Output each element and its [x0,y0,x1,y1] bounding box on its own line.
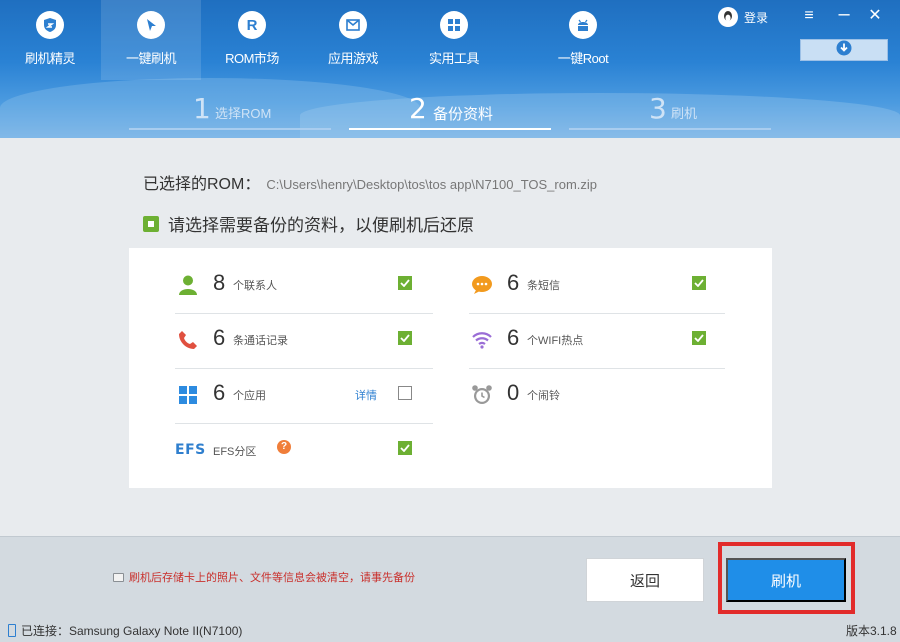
connection-status: 已连接：Samsung Galaxy Note II(N7100) [8,622,242,639]
item-count: 8 [213,270,226,295]
step-label: 备份资料 [433,106,494,123]
step-select-rom: 1 选择ROM [129,90,331,130]
mail-icon [339,11,367,39]
step-number: 1 [193,92,211,125]
download-button[interactable] [800,39,888,61]
tab-one-click-flash[interactable]: 一键刷机 [101,0,201,80]
tab-one-click-root[interactable]: 一键Root [533,0,633,80]
step-progress-line [129,128,331,130]
item-label: 条通话记录 [233,335,288,347]
efs-icon: EFS [175,437,205,463]
checkbox-contacts[interactable] [398,276,412,290]
highlight-box [718,542,855,614]
tab-apps-games[interactable]: 应用游戏 [303,0,403,80]
rom-label: 已选择的ROM： [143,176,261,193]
item-label: 个应用 [233,390,266,402]
warning-text: 刷机后存储卡上的照片、文件等信息会被清空，请事先备份 [129,572,415,584]
tab-label: 一键刷机 [125,51,177,66]
item-label: EFS分区 [213,446,257,458]
tab-label: 刷机精灵 [24,51,76,66]
item-count: 6 [507,325,520,350]
pointer-icon [137,11,165,39]
status-text: 已连接：Samsung Galaxy Note II(N7100) [21,624,243,638]
contact-icon [175,272,201,298]
backup-item-wifi: 6 个WIFI热点 [469,313,725,369]
step-label: 刷机 [671,106,698,121]
apps-icon [175,382,201,408]
rom-r-icon: R [238,11,266,39]
backup-warning: 刷机后存储卡上的照片、文件等信息会被清空，请事先备份 [113,569,415,585]
sms-icon [469,272,495,298]
minimize-icon[interactable]: – [833,4,855,26]
tab-rom-market[interactable]: R ROM市场 [202,0,302,80]
alarm-icon [469,382,495,408]
checkbox-wifi[interactable] [692,331,706,345]
item-label: 个联系人 [233,280,277,292]
checkbox-apps[interactable] [398,386,412,400]
qq-penguin-icon [718,7,738,27]
selected-rom: 已选择的ROM： C:\Users\henry\Desktop\tos\tos a… [143,170,597,194]
backup-item-apps: 6 个应用 详情 [175,368,433,424]
wifi-icon [469,327,495,353]
app-header: 刷机精灵 一键刷机 R ROM市场 应用游戏 实用工具 一键Root 登录 ≡ … [0,0,900,138]
download-icon [836,40,852,61]
step-flash: 3 刷机 [569,90,771,130]
help-icon[interactable]: ? [277,440,291,454]
grid-icon [440,11,468,39]
phone-icon [175,327,201,353]
step-progress-line [569,128,771,130]
step-progress-line [349,128,551,130]
backup-prompt: 请选择需要备份的资料，以便刷机后还原 [143,211,474,236]
step-label: 选择ROM [215,106,272,121]
rom-path: C:\Users\henry\Desktop\tos\tos app\N7100… [266,177,598,192]
checkbox-call-log[interactable] [398,331,412,345]
tab-tools[interactable]: 实用工具 [404,0,504,80]
item-count: 6 [213,380,226,405]
backup-item-efs: EFS EFS分区 ? [175,423,433,479]
backup-item-sms: 6 条短信 [469,258,725,314]
backup-item-call-log: 6 条通话记录 [175,313,433,369]
tab-label: 实用工具 [428,51,480,66]
tab-label: 应用游戏 [327,51,379,66]
step-number: 2 [409,92,427,125]
checkbox-efs[interactable] [398,441,412,455]
efs-badge: EFS [175,442,206,458]
back-button[interactable]: 返回 [586,558,704,602]
android-icon [569,11,597,39]
item-count: 6 [213,325,226,350]
backup-item-alarms: 0 个闹铃 [469,368,725,424]
item-count: 6 [507,270,520,295]
close-icon[interactable]: ✕ [864,6,886,26]
checkbox-sms[interactable] [692,276,706,290]
step-number: 3 [649,92,667,125]
step-backup-data: 2 备份资料 [349,90,551,130]
backup-panel: 8 个联系人 6 条短信 6 条通话记录 6 个WIFI热点 6 个应用 详情 [129,248,772,488]
backup-item-contacts: 8 个联系人 [175,258,433,314]
menu-icon[interactable]: ≡ [798,6,820,26]
item-count: 0 [507,380,520,405]
item-label: 条短信 [527,280,560,292]
shield-icon [36,11,64,39]
phone-device-icon [8,624,16,637]
backup-prompt-text: 请选择需要备份的资料，以便刷机后还原 [168,216,474,235]
tab-flash-wizard[interactable]: 刷机精灵 [0,0,100,80]
tab-label: 一键Root [557,51,609,66]
square-bullet-icon [143,215,159,232]
version-label: 版本3.1.8 [846,624,897,638]
login-label: 登录 [744,10,769,25]
apps-detail-link[interactable]: 详情 [355,387,377,403]
login-button[interactable]: 登录 [718,7,768,27]
sd-card-icon [113,572,124,582]
tab-label: ROM市场 [225,51,279,66]
item-label: 个WIFI热点 [527,335,584,347]
item-label: 个闹铃 [527,390,560,402]
